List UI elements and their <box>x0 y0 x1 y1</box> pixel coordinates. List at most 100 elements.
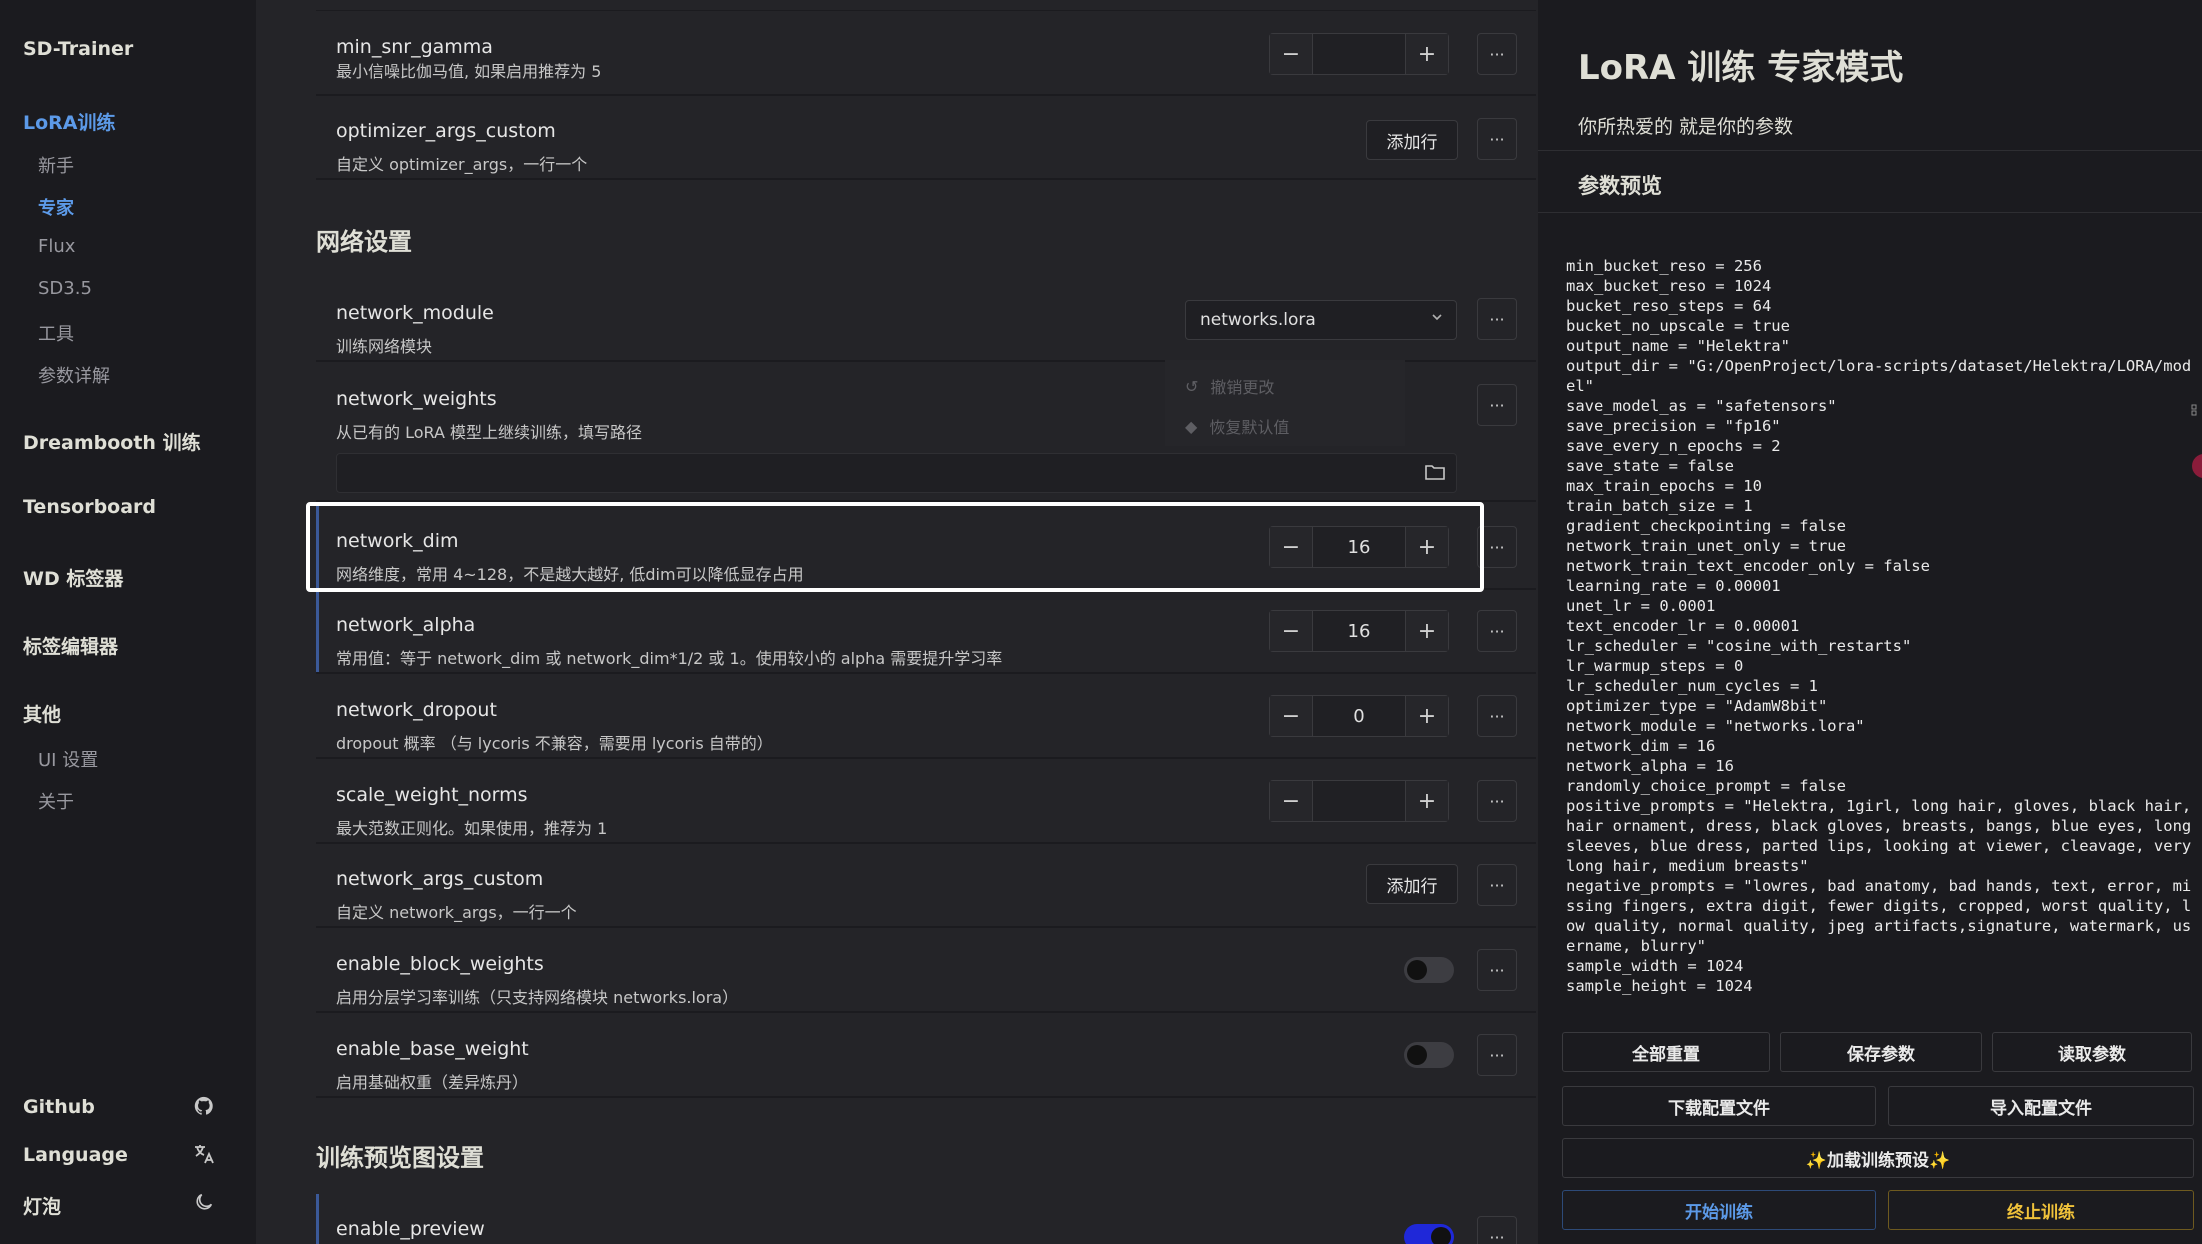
more-options-button[interactable]: ··· <box>1477 780 1517 822</box>
reset-all-button[interactable]: 全部重置 <box>1562 1032 1770 1072</box>
more-options-button[interactable]: ··· <box>1477 1034 1517 1076</box>
preview-label: 参数预览 <box>1578 174 1662 198</box>
param-desc: 常用值：等于 network_dim 或 network_dim*1/2 或 1… <box>336 649 1003 668</box>
footer-theme[interactable]: 灯泡 <box>23 1192 61 1219</box>
network-module-select[interactable]: networks.lora <box>1185 300 1457 340</box>
stepper-value[interactable]: 0 <box>1312 696 1406 736</box>
decrement-button[interactable]: − <box>1270 611 1312 651</box>
context-menu: ↺ 撤销更改 ◆ 恢复默认值 <box>1165 360 1405 446</box>
increment-button[interactable]: + <box>1406 611 1448 651</box>
network-dropout-stepper: − 0 + <box>1269 695 1449 737</box>
reset-label: 恢复默认值 <box>1209 418 1290 437</box>
network-weights-path-input[interactable] <box>336 453 1457 493</box>
more-options-button[interactable]: ··· <box>1477 298 1517 340</box>
more-options-button[interactable]: ··· <box>1477 864 1517 906</box>
more-options-button[interactable]: ··· <box>1477 695 1517 737</box>
param-desc: 训练网络模块 <box>336 337 433 356</box>
param-row-optimizer-args-custom: optimizer_args_custom 自定义 optimizer_args… <box>316 96 1536 180</box>
toggle-knob <box>1407 1045 1427 1065</box>
param-row-enable-preview: enable_preview ··· <box>316 1194 1536 1244</box>
sidebar: SD-Trainer LoRA训练 新手 专家 Flux SD3.5 工具 参数… <box>0 0 256 1244</box>
param-name: scale_weight_norms <box>336 784 528 806</box>
param-row-min-snr-gamma: min_snr_gamma 最小信噪比伽马值, 如果启用推荐为 5 − + ··… <box>316 12 1536 96</box>
chevron-down-icon <box>1430 309 1444 329</box>
start-training-button[interactable]: 开始训练 <box>1562 1190 1876 1230</box>
translate-icon[interactable] <box>190 1140 218 1168</box>
increment-button[interactable]: + <box>1406 34 1448 74</box>
stepper-value[interactable] <box>1312 34 1406 74</box>
nav-tensorboard[interactable]: Tensorboard <box>23 496 156 518</box>
divider <box>1538 212 2202 213</box>
stop-training-button[interactable]: 终止训练 <box>1888 1190 2194 1230</box>
more-options-button[interactable]: ··· <box>1477 949 1517 991</box>
param-row-network-dropout: network_dropout dropout 概率 （与 lycoris 不兼… <box>316 675 1536 759</box>
divider <box>316 10 1536 11</box>
nav-lora-sd35[interactable]: SD3.5 <box>38 278 92 299</box>
increment-button[interactable]: + <box>1406 781 1448 821</box>
nav-lora-training[interactable]: LoRA训练 <box>23 108 116 135</box>
footer-language[interactable]: Language <box>23 1144 128 1166</box>
stepper-value[interactable]: 16 <box>1312 611 1406 651</box>
nav-lora-beginner[interactable]: 新手 <box>38 152 74 178</box>
enable-base-weight-toggle[interactable] <box>1404 1042 1454 1068</box>
divider <box>1538 150 2202 151</box>
undo-changes-item[interactable]: ↺ 撤销更改 <box>1185 374 1274 398</box>
footer-github[interactable]: Github <box>23 1096 95 1118</box>
param-desc: 启用分层学习率训练（只支持网络模块 networks.lora） <box>336 988 739 1007</box>
select-value: networks.lora <box>1200 310 1316 330</box>
reset-default-item[interactable]: ◆ 恢复默认值 <box>1185 414 1289 438</box>
save-params-button[interactable]: 保存参数 <box>1780 1032 1982 1072</box>
params-preview-code[interactable]: min_bucket_reso = 256 max_bucket_reso = … <box>1566 256 2198 1002</box>
page-title: LoRA 训练 专家模式 <box>1578 48 1904 88</box>
more-options-button[interactable]: ··· <box>1477 118 1517 160</box>
add-row-button[interactable]: 添加行 <box>1366 864 1458 904</box>
nav-lora-flux[interactable]: Flux <box>38 236 75 257</box>
github-icon[interactable] <box>190 1092 218 1120</box>
extension-badge-icon[interactable] <box>2190 452 2202 480</box>
param-name: enable_preview <box>336 1218 485 1240</box>
min-snr-gamma-stepper: − + <box>1269 33 1449 75</box>
load-preset-button[interactable]: ✨加载训练预设✨ <box>1562 1138 2194 1178</box>
more-options-button[interactable]: ··· <box>1477 384 1517 426</box>
decrement-button[interactable]: − <box>1270 696 1312 736</box>
param-row-enable-block-weights: enable_block_weights 启用分层学习率训练（只支持网络模块 n… <box>316 929 1536 1013</box>
section-title-network: 网络设置 <box>316 228 412 256</box>
nav-tag-editor[interactable]: 标签编辑器 <box>23 632 118 659</box>
folder-icon[interactable] <box>1424 462 1448 484</box>
param-name: network_args_custom <box>336 868 544 890</box>
nav-about[interactable]: 关于 <box>38 788 74 814</box>
moon-icon[interactable] <box>190 1188 218 1216</box>
add-row-button[interactable]: 添加行 <box>1366 120 1458 160</box>
param-desc: 从已有的 LoRA 模型上继续训练，填写路径 <box>336 423 643 442</box>
nav-wd-tagger[interactable]: WD 标签器 <box>23 564 123 591</box>
nav-other[interactable]: 其他 <box>23 700 61 727</box>
focus-highlight <box>306 502 1484 592</box>
brand-title[interactable]: SD-Trainer <box>23 38 133 60</box>
enable-block-weights-toggle[interactable] <box>1404 957 1454 983</box>
decrement-button[interactable]: − <box>1270 781 1312 821</box>
param-row-enable-base-weight: enable_base_weight 启用基础权重（差异炼丹） ··· <box>316 1014 1536 1098</box>
undo-label: 撤销更改 <box>1210 378 1275 397</box>
more-options-button[interactable]: ··· <box>1477 610 1517 652</box>
download-config-button[interactable]: 下载配置文件 <box>1562 1086 1876 1126</box>
nav-lora-expert[interactable]: 专家 <box>38 194 74 220</box>
load-params-button[interactable]: 读取参数 <box>1992 1032 2192 1072</box>
stepper-value[interactable] <box>1312 781 1406 821</box>
increment-button[interactable]: + <box>1406 696 1448 736</box>
param-desc: 自定义 optimizer_args，一行一个 <box>336 155 588 174</box>
nav-lora-params-detail[interactable]: 参数详解 <box>38 362 110 388</box>
more-options-button[interactable]: ··· <box>1477 33 1517 75</box>
param-desc: 自定义 network_args，一行一个 <box>336 903 577 922</box>
param-row-network-alpha: network_alpha 常用值：等于 network_dim 或 netwo… <box>316 590 1536 674</box>
nav-ui-settings[interactable]: UI 设置 <box>38 746 98 772</box>
enable-preview-toggle[interactable] <box>1404 1224 1454 1244</box>
more-options-button[interactable]: ··· <box>1477 1216 1517 1244</box>
decrement-button[interactable]: − <box>1270 34 1312 74</box>
nav-lora-tools[interactable]: 工具 <box>38 320 74 346</box>
nav-dreambooth[interactable]: Dreambooth 训练 <box>23 428 201 455</box>
param-desc: 最大范数正则化。如果使用，推荐为 1 <box>336 819 608 838</box>
param-name: enable_block_weights <box>336 953 544 975</box>
grid-icon[interactable] <box>2190 402 2202 416</box>
param-name: network_dropout <box>336 699 497 721</box>
import-config-button[interactable]: 导入配置文件 <box>1888 1086 2194 1126</box>
